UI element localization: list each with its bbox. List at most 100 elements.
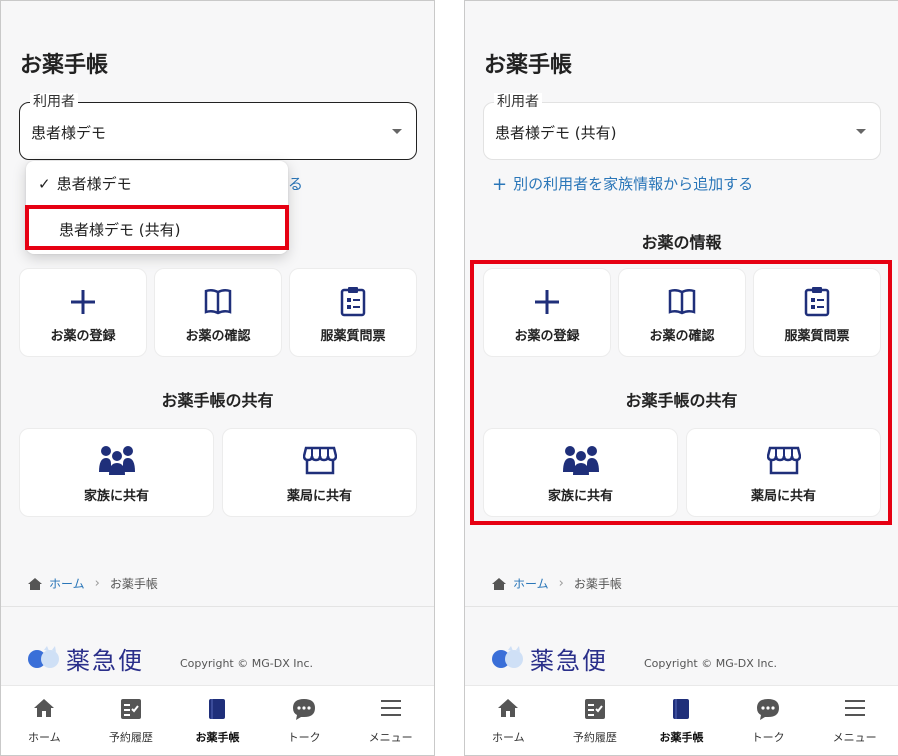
user-select-value: 患者様デモ (共有) bbox=[495, 124, 617, 142]
nav-talk[interactable]: トーク bbox=[261, 686, 348, 755]
chat-bubble-icon bbox=[293, 699, 316, 720]
register-medicine-button[interactable]: お薬の登録 bbox=[19, 268, 147, 357]
add-family-link-tail[interactable]: る bbox=[288, 173, 303, 194]
nav-history[interactable]: 予約履歴 bbox=[552, 686, 639, 755]
card-label: お薬の登録 bbox=[50, 329, 116, 344]
checklist-icon bbox=[120, 699, 141, 719]
book-icon bbox=[668, 288, 696, 315]
nav-label: メニュー bbox=[832, 731, 877, 744]
card-label: 家族に共有 bbox=[83, 489, 149, 504]
dropdown-option-self[interactable]: ✓ 患者様デモ bbox=[38, 173, 132, 194]
nav-home[interactable]: ホーム bbox=[1, 686, 88, 755]
user-select-label: 利用者 bbox=[30, 93, 78, 111]
user-select[interactable]: 利用者 患者様デモ bbox=[19, 93, 417, 160]
phone-screen-right: お薬手帳 利用者 患者様デモ (共有) + 別の利用者を家族情報から追加する お薬… bbox=[464, 0, 898, 756]
menu-icon bbox=[380, 700, 401, 716]
confirm-medicine-button[interactable]: お薬の確認 bbox=[154, 268, 282, 357]
footer-divider bbox=[1, 606, 434, 607]
nav-notebook[interactable]: お薬手帳 bbox=[638, 686, 725, 755]
brand-logo: 薬急便 bbox=[490, 641, 608, 676]
register-medicine-button[interactable]: お薬の登録 bbox=[483, 268, 611, 357]
nav-label: ホーム bbox=[491, 731, 525, 744]
page-title: お薬手帳 bbox=[484, 53, 573, 78]
questionnaire-button[interactable]: 服薬質問票 bbox=[753, 268, 881, 357]
share-section-title: お薬手帳の共有 bbox=[625, 391, 738, 410]
breadcrumb-current: お薬手帳 bbox=[573, 577, 622, 591]
user-select[interactable]: 利用者 患者様デモ (共有) bbox=[483, 93, 881, 160]
plus-icon bbox=[71, 290, 95, 314]
footer-divider bbox=[465, 606, 898, 607]
share-pharmacy-button[interactable]: 薬局に共有 bbox=[222, 428, 417, 517]
brand-logo: 薬急便 bbox=[26, 641, 144, 676]
nav-menu[interactable]: メニュー bbox=[347, 686, 434, 755]
breadcrumb-home-link[interactable]: ホーム bbox=[513, 575, 549, 592]
logo-text: 薬急便 bbox=[530, 647, 608, 675]
nav-home[interactable]: ホーム bbox=[465, 686, 552, 755]
breadcrumb-current: お薬手帳 bbox=[109, 577, 158, 591]
breadcrumb-separator: › bbox=[558, 576, 564, 591]
home-icon bbox=[34, 699, 55, 717]
family-icon bbox=[98, 446, 135, 475]
bottom-navigation: ホーム 予約履歴 お薬手帳 トーク メニュー bbox=[465, 685, 898, 755]
home-icon bbox=[498, 699, 519, 717]
logo-mark-icon bbox=[28, 645, 59, 668]
card-label: 家族に共有 bbox=[547, 489, 613, 504]
chevron-down-icon bbox=[856, 129, 866, 134]
checklist-icon bbox=[584, 699, 605, 719]
add-family-user-label: 別の利用者を家族情報から追加する bbox=[513, 175, 754, 193]
highlight-box bbox=[25, 205, 289, 250]
medicine-info-section-title: お薬の情報 bbox=[641, 233, 722, 252]
user-select-value: 患者様デモ bbox=[31, 124, 107, 142]
store-icon bbox=[302, 446, 337, 475]
clipboard-icon bbox=[804, 287, 830, 317]
home-icon bbox=[492, 577, 506, 590]
bottom-navigation: ホーム 予約履歴 お薬手帳 トーク メニュー bbox=[1, 685, 434, 755]
logo-mark-icon bbox=[492, 645, 523, 668]
breadcrumb-home-link[interactable]: ホーム bbox=[49, 575, 85, 592]
questionnaire-button[interactable]: 服薬質問票 bbox=[289, 268, 417, 357]
nav-label: メニュー bbox=[368, 731, 413, 744]
nav-label: 予約履歴 bbox=[572, 731, 617, 744]
clipboard-icon bbox=[340, 287, 366, 317]
copyright-text: Copyright © MG-DX Inc. bbox=[644, 657, 777, 670]
page-title: お薬手帳 bbox=[20, 53, 109, 78]
book-icon bbox=[204, 288, 232, 315]
nav-menu[interactable]: メニュー bbox=[811, 686, 898, 755]
share-family-button[interactable]: 家族に共有 bbox=[483, 428, 678, 517]
card-label: お薬の確認 bbox=[649, 329, 715, 344]
nav-label: お薬手帳 bbox=[659, 731, 704, 744]
nav-talk[interactable]: トーク bbox=[725, 686, 812, 755]
nav-label: トーク bbox=[751, 731, 785, 744]
card-label: 薬局に共有 bbox=[286, 489, 352, 504]
notebook-icon bbox=[209, 699, 226, 719]
share-section-title: お薬手帳の共有 bbox=[161, 391, 274, 410]
family-icon bbox=[562, 446, 599, 475]
nav-label: ホーム bbox=[27, 731, 61, 744]
dropdown-option-label: 患者様デモ bbox=[56, 175, 132, 193]
check-icon: ✓ bbox=[38, 175, 51, 193]
card-label: 服薬質問票 bbox=[320, 329, 386, 344]
card-label: 薬局に共有 bbox=[750, 489, 816, 504]
confirm-medicine-button[interactable]: お薬の確認 bbox=[618, 268, 746, 357]
copyright-text: Copyright © MG-DX Inc. bbox=[180, 657, 313, 670]
chat-bubble-icon bbox=[757, 699, 780, 720]
user-select-label: 利用者 bbox=[494, 93, 542, 111]
nav-history[interactable]: 予約履歴 bbox=[88, 686, 175, 755]
chevron-down-icon bbox=[392, 129, 402, 134]
store-icon bbox=[766, 446, 801, 475]
notebook-icon bbox=[673, 699, 690, 719]
menu-icon bbox=[844, 700, 865, 716]
plus-icon bbox=[535, 290, 559, 314]
breadcrumb: ホーム › お薬手帳 bbox=[27, 575, 158, 592]
nav-notebook[interactable]: お薬手帳 bbox=[174, 686, 261, 755]
nav-label: お薬手帳 bbox=[195, 731, 240, 744]
phone-screen-left: お薬手帳 利用者 患者様デモ る ✓ 患者様デモ 患者様デモ (共有) お薬の登録… bbox=[0, 0, 435, 756]
share-family-button[interactable]: 家族に共有 bbox=[19, 428, 214, 517]
breadcrumb: ホーム › お薬手帳 bbox=[491, 575, 622, 592]
share-pharmacy-button[interactable]: 薬局に共有 bbox=[686, 428, 881, 517]
card-label: お薬の確認 bbox=[185, 329, 251, 344]
logo-text: 薬急便 bbox=[66, 647, 144, 675]
card-label: 服薬質問票 bbox=[784, 329, 850, 344]
add-family-user-link[interactable]: + 別の利用者を家族情報から追加する bbox=[492, 173, 753, 195]
plus-icon: + bbox=[492, 174, 508, 195]
